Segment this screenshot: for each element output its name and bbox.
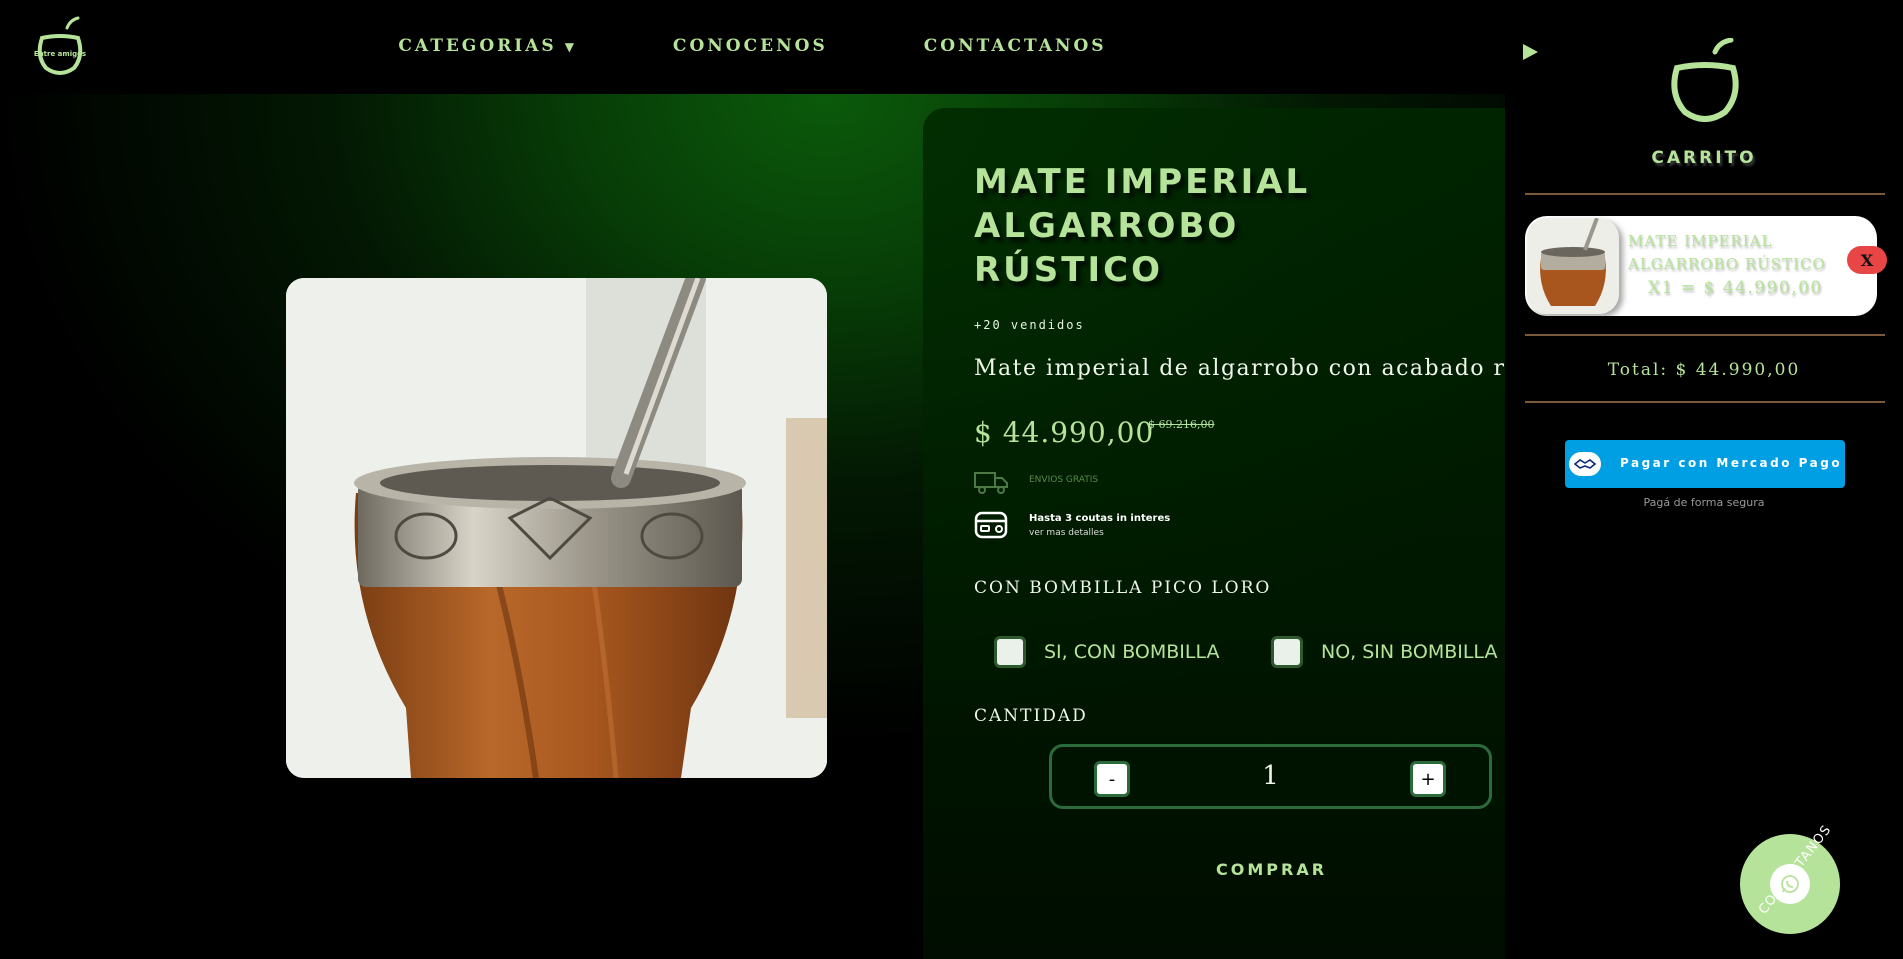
quantity-stepper: - 1 + — [1049, 744, 1492, 809]
checkbox[interactable] — [994, 636, 1026, 668]
cart-title: CARRITO — [1651, 148, 1757, 168]
truck-icon — [974, 472, 1008, 494]
divider — [1525, 193, 1885, 195]
collapse-cart-icon[interactable] — [1523, 44, 1538, 60]
cart-total: Total: $ 44.990,00 — [1607, 360, 1801, 380]
checkbox[interactable] — [1271, 636, 1303, 668]
nav-contactanos[interactable]: CONTACTANOS — [924, 36, 1107, 56]
option-label: NO, SIN BOMBILLA — [1321, 641, 1498, 663]
cart-item-thumbnail — [1527, 218, 1619, 314]
free-shipping-label: ENVIOS GRATIS — [1029, 475, 1099, 485]
secure-payment-note: Pagá de forma segura — [1643, 496, 1765, 509]
option-without-bombilla[interactable]: NO, SIN BOMBILLA — [1271, 636, 1497, 668]
increase-quantity-button[interactable]: + — [1410, 761, 1446, 797]
product-price: $ 44.990,00 — [974, 416, 1155, 449]
cart-item-quantity-price: X1 = $ 44.990,00 — [1648, 278, 1823, 298]
installments-title: Hasta 3 coutas in interes — [1029, 513, 1171, 524]
divider — [1525, 401, 1885, 403]
cart-item: MATE IMPERIAL ALGARROBO RÚSTICO X1 = $ 4… — [1525, 216, 1877, 316]
nav-conocenos[interactable]: CONOCENOS — [673, 36, 828, 56]
contact-whatsapp-button[interactable]: CONTACTANOS — [1740, 822, 1840, 934]
cart-item-name: MATE IMPERIAL ALGARROBO RÚSTICO — [1628, 232, 1826, 273]
whatsapp-icon — [1770, 864, 1810, 904]
credit-card-icon — [974, 511, 1008, 539]
bombilla-option-label: CON BOMBILLA PICO LORO — [974, 578, 1272, 598]
cart-sidebar: CARRITO MATE IMPERIAL ALGARROBO RÚSTICO … — [1505, 0, 1903, 959]
divider — [1525, 334, 1885, 336]
nav-categorias[interactable]: CATEGORIAS ▼ — [398, 36, 577, 56]
installments-details-link[interactable]: ver mas detalles — [1029, 528, 1104, 538]
remove-item-button[interactable]: X — [1847, 246, 1887, 274]
product-title: MATE IMPERIAL ALGARROBO RÚSTICO — [974, 162, 1311, 290]
caret-down-icon: ▼ — [564, 40, 577, 54]
product-image — [286, 278, 827, 778]
option-with-bombilla[interactable]: SI, CON BOMBILLA — [994, 636, 1220, 668]
buy-button[interactable]: COMPRAR — [1216, 860, 1327, 879]
option-label: SI, CON BOMBILLA — [1044, 641, 1220, 663]
mate-icon — [1671, 38, 1739, 122]
handshake-icon — [1569, 452, 1601, 476]
product-old-price: $ 69.216,00 — [1148, 418, 1215, 431]
mercado-pago-label: Pagar con Mercado Pago — [1620, 456, 1843, 470]
mercado-pago-button[interactable]: Pagar con Mercado Pago — [1565, 440, 1845, 488]
quantity-label: CANTIDAD — [974, 706, 1088, 726]
main-nav: CATEGORIAS ▼ CONOCENOS CONTACTANOS — [0, 36, 1505, 56]
product-description: Mate imperial de algarrobo con acabado r… — [974, 356, 1505, 381]
sold-count: +20 vendidos — [974, 318, 1085, 332]
